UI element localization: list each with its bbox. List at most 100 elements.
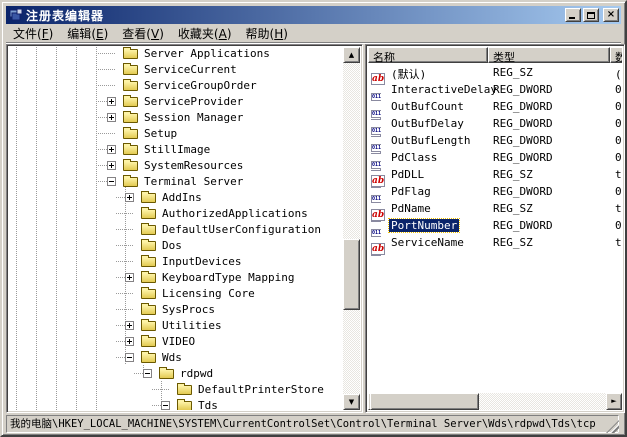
value-row-servicename[interactable]: abServiceNameREG_SZtc	[368, 234, 622, 251]
tree-item-tds[interactable]: Tds	[9, 397, 343, 410]
scroll-right-button[interactable]: ►	[606, 393, 622, 410]
value-name[interactable]: (默认)	[389, 66, 428, 82]
expand-plus-icon[interactable]	[107, 97, 116, 106]
scrollbar-thumb[interactable]	[343, 239, 360, 310]
collapse-minus-icon[interactable]	[143, 369, 152, 378]
value-name[interactable]: OutBufLength	[389, 134, 472, 147]
value-row-outbufcount[interactable]: 011 110OutBufCountREG_DWORD0x	[368, 98, 622, 115]
tree-item-label[interactable]: Utilities	[162, 319, 222, 332]
tree-vertical-scrollbar[interactable]: ▲ ▼	[343, 47, 360, 410]
value-name[interactable]: InteractiveDelay	[389, 83, 499, 96]
tree-item-serviceprovider[interactable]: ServiceProvider	[9, 93, 343, 109]
tree-item-inputdevices[interactable]: InputDevices	[9, 253, 343, 269]
value-row-pddll[interactable]: abPdDLLREG_SZtd	[368, 166, 622, 183]
tree-item-label[interactable]: ServiceProvider	[144, 95, 243, 108]
column-header-name[interactable]: 名称	[368, 47, 488, 63]
values-horizontal-scrollbar[interactable]: ◄ ►	[368, 393, 622, 410]
expand-plus-icon[interactable]	[107, 161, 116, 170]
value-name[interactable]: OutBufDelay	[389, 117, 466, 130]
minimize-button[interactable]	[565, 8, 581, 22]
tree-item-keyboardtype-mapping[interactable]: KeyboardType Mapping	[9, 269, 343, 285]
tree-item-servicecurrent[interactable]: ServiceCurrent	[9, 61, 343, 77]
value-row--[interactable]: ab(默认)REG_SZ(数	[368, 64, 622, 81]
tree-item-label[interactable]: Terminal Server	[144, 175, 243, 188]
scrollbar-track[interactable]	[343, 63, 360, 394]
tree-item-label[interactable]: KeyboardType Mapping	[162, 271, 294, 284]
tree-item-label[interactable]: VIDEO	[162, 335, 195, 348]
collapse-minus-icon[interactable]	[107, 177, 116, 186]
value-row-outbuflength[interactable]: 011 110OutBufLengthREG_DWORD0x	[368, 132, 622, 149]
tree-item-utilities[interactable]: Utilities	[9, 317, 343, 333]
title-bar[interactable]: 注册表编辑器 ×	[6, 6, 621, 24]
tree-item-label[interactable]: Wds	[162, 351, 182, 364]
tree-item-setup[interactable]: Setup	[9, 125, 343, 141]
tree-item-label[interactable]: ServiceGroupOrder	[144, 79, 257, 92]
value-row-pdname[interactable]: abPdNameREG_SZtc	[368, 200, 622, 217]
tree-item-server-applications[interactable]: Server Applications	[9, 47, 343, 61]
value-row-outbufdelay[interactable]: 011 110OutBufDelayREG_DWORD0x	[368, 115, 622, 132]
tree-item-label[interactable]: SystemResources	[144, 159, 243, 172]
tree-item-defaultuserconfiguration[interactable]: DefaultUserConfiguration	[9, 221, 343, 237]
value-name[interactable]: PdFlag	[389, 185, 433, 198]
expand-plus-icon[interactable]	[125, 193, 134, 202]
tree-item-label[interactable]: Server Applications	[144, 47, 270, 60]
tree-item-label[interactable]: DefaultPrinterStore	[198, 383, 324, 396]
tree-item-label[interactable]: ServiceCurrent	[144, 63, 237, 76]
collapse-minus-icon[interactable]	[125, 353, 134, 362]
maximize-button[interactable]	[583, 8, 599, 22]
tree-item-label[interactable]: StillImage	[144, 143, 210, 156]
expand-plus-icon[interactable]	[107, 145, 116, 154]
scroll-up-button[interactable]: ▲	[343, 47, 360, 63]
expand-plus-icon[interactable]	[125, 273, 134, 282]
expand-plus-icon[interactable]	[125, 337, 134, 346]
value-row-portnumber[interactable]: 011 110PortNumberREG_DWORD0x	[368, 217, 622, 234]
menu-help[interactable]: 帮助(H)	[239, 23, 295, 44]
value-row-pdflag[interactable]: 011 110PdFlagREG_DWORD0x	[368, 183, 622, 200]
value-name[interactable]: PdDLL	[389, 168, 426, 181]
tree-item-label[interactable]: Dos	[162, 239, 182, 252]
menu-favorites[interactable]: 收藏夹(A)	[171, 23, 239, 44]
tree-item-systemresources[interactable]: SystemResources	[9, 157, 343, 173]
expand-plus-icon[interactable]	[107, 113, 116, 122]
column-header-type[interactable]: 类型	[488, 47, 610, 63]
menu-file[interactable]: 文件(F)	[6, 23, 60, 44]
tree-item-label[interactable]: SysProcs	[162, 303, 215, 316]
menu-edit[interactable]: 编辑(E)	[60, 23, 115, 44]
tree-item-label[interactable]: AuthorizedApplications	[162, 207, 308, 220]
close-button[interactable]: ×	[603, 8, 619, 22]
tree-item-label[interactable]: AddIns	[162, 191, 202, 204]
tree-item-licensing-core[interactable]: Licensing Core	[9, 285, 343, 301]
scroll-down-button[interactable]: ▼	[343, 394, 360, 410]
value-name[interactable]: OutBufCount	[389, 100, 466, 113]
tree-item-dos[interactable]: Dos	[9, 237, 343, 253]
tree-item-label[interactable]: Licensing Core	[162, 287, 255, 300]
tree-item-defaultprinterstore[interactable]: DefaultPrinterStore	[9, 381, 343, 397]
collapse-minus-icon[interactable]	[161, 401, 170, 410]
tree-item-label[interactable]: Tds	[198, 399, 218, 410]
column-header-data[interactable]: 数	[610, 47, 622, 63]
tree-item-terminal-server[interactable]: Terminal Server	[9, 173, 343, 189]
tree-item-label[interactable]: Setup	[144, 127, 177, 140]
tree-item-video[interactable]: VIDEO	[9, 333, 343, 349]
scrollbar-thumb[interactable]	[370, 393, 479, 410]
tree-item-sysprocs[interactable]: SysProcs	[9, 301, 343, 317]
menu-view[interactable]: 查看(V)	[115, 23, 171, 44]
value-name[interactable]: PdName	[389, 202, 433, 215]
tree-item-rdpwd[interactable]: rdpwd	[9, 365, 343, 381]
tree-item-authorizedapplications[interactable]: AuthorizedApplications	[9, 205, 343, 221]
value-name[interactable]: ServiceName	[389, 236, 466, 249]
tree-item-label[interactable]: DefaultUserConfiguration	[162, 223, 321, 236]
tree-item-servicegrouporder[interactable]: ServiceGroupOrder	[9, 77, 343, 93]
value-row-interactivedelay[interactable]: 011 110InteractiveDelayREG_DWORD0x	[368, 81, 622, 98]
tree-item-session-manager[interactable]: Session Manager	[9, 109, 343, 125]
value-name[interactable]: PdClass	[389, 151, 439, 164]
value-row-pdclass[interactable]: 011 110PdClassREG_DWORD0x	[368, 149, 622, 166]
tree-item-wds[interactable]: Wds	[9, 349, 343, 365]
tree-item-addins[interactable]: AddIns	[9, 189, 343, 205]
tree-item-label[interactable]: InputDevices	[162, 255, 241, 268]
tree-item-stillimage[interactable]: StillImage	[9, 141, 343, 157]
value-name[interactable]: PortNumber	[389, 219, 459, 232]
tree-item-label[interactable]: rdpwd	[180, 367, 213, 380]
tree-item-label[interactable]: Session Manager	[144, 111, 243, 124]
expand-plus-icon[interactable]	[125, 321, 134, 330]
